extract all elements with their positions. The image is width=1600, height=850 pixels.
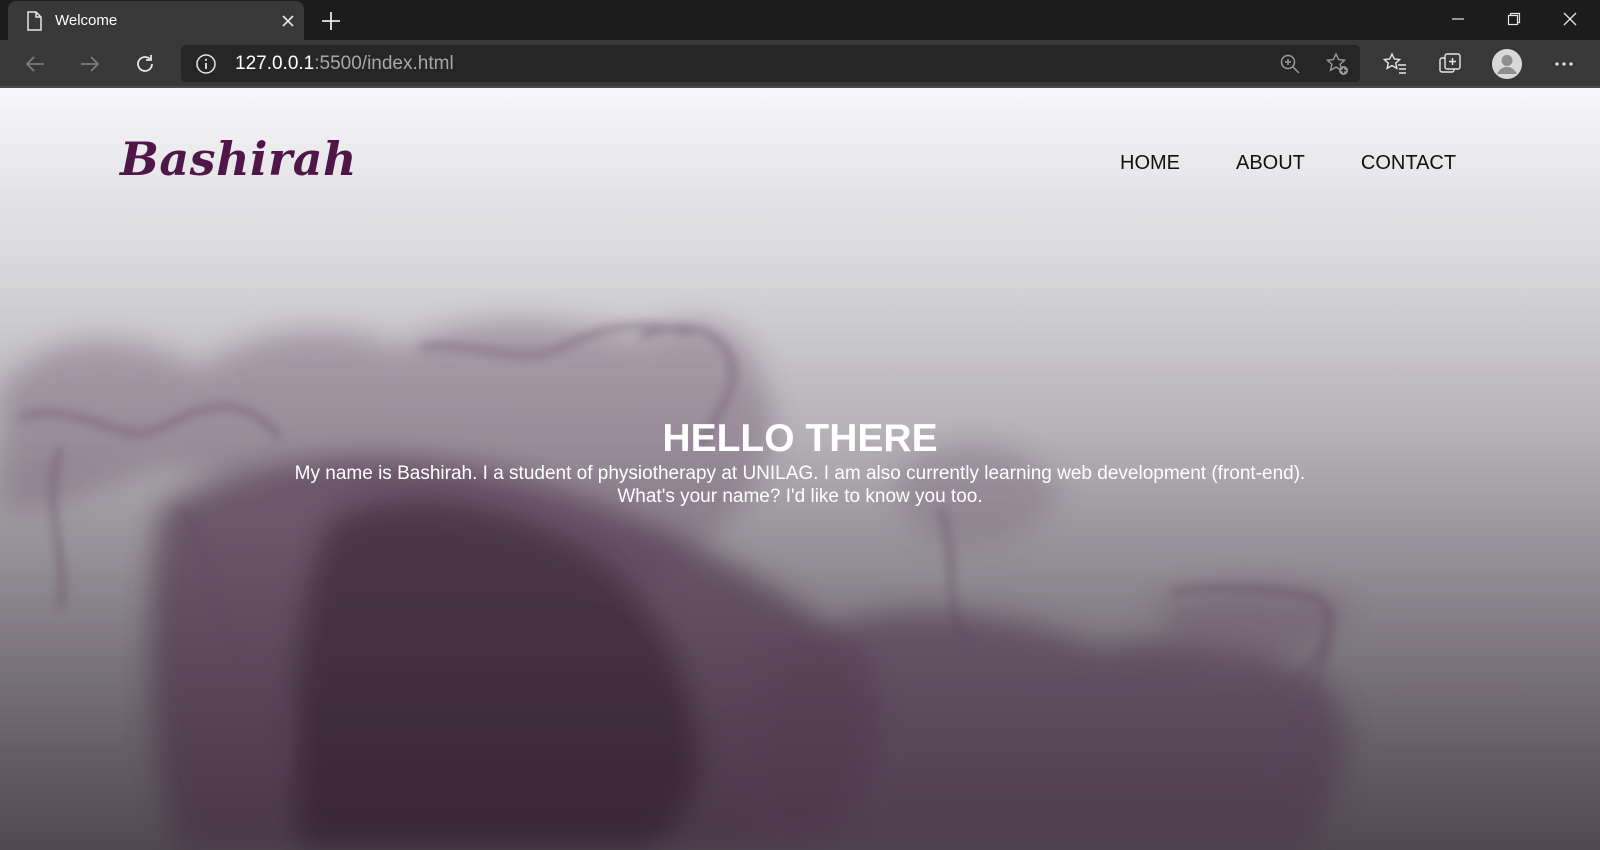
arrow-left-icon [25,56,44,72]
back-button[interactable] [17,46,53,82]
forward-button[interactable] [72,46,108,82]
restore-icon [1507,12,1521,26]
minimize-icon [1452,18,1464,20]
window-close-button[interactable] [1542,0,1598,38]
restore-button[interactable] [1486,0,1542,38]
page-viewport[interactable]: Bashirah HOME ABOUT CONTACT HELLO THERE … [0,88,1600,850]
nav-link-contact[interactable]: CONTACT [1361,152,1456,175]
hero-title: HELLO THERE [662,417,938,460]
favorites-button[interactable] [1378,47,1412,81]
zoom-in-icon[interactable] [1278,52,1302,76]
url-text[interactable]: 127.0.0.1:5500/index.html [235,53,454,75]
reload-icon [137,55,153,72]
collections-icon [1439,53,1461,73]
page-icon [27,11,42,31]
reload-button[interactable] [127,46,163,82]
avatar-icon [1492,49,1522,79]
site-nav: HOME ABOUT CONTACT [1120,152,1456,175]
browser-tab[interactable]: Welcome [8,1,304,40]
nav-link-about[interactable]: ABOUT [1236,152,1305,175]
close-icon [1563,12,1577,26]
browser-toolbar: 127.0.0.1:5500/index.html [0,40,1600,87]
more-icon [1555,62,1573,66]
minimize-button[interactable] [1430,0,1486,38]
url-path: :5500/index.html [314,53,454,74]
hero-section: HELLO THERE My name is Bashirah. I a stu… [0,416,1600,508]
close-icon[interactable] [278,11,298,31]
arrow-right-icon [81,56,100,72]
browser-title-bar: Welcome [0,0,1600,40]
nav-link-home[interactable]: HOME [1120,152,1180,175]
info-icon[interactable] [195,53,217,75]
site-logo[interactable]: Bashirah [120,132,357,186]
star-add-icon[interactable] [1324,51,1350,77]
profile-button[interactable] [1490,47,1524,81]
tab-title: Welcome [55,12,118,29]
url-host: 127.0.0.1 [235,53,315,74]
hero-question-line: What's your name? I'd like to know you t… [617,486,983,507]
collections-button[interactable] [1433,47,1467,81]
address-bar[interactable]: 127.0.0.1:5500/index.html [181,45,1360,82]
plus-icon[interactable] [318,8,344,34]
favorites-icon [1382,52,1406,74]
more-button[interactable] [1547,47,1581,81]
hero-intro-line: My name is Bashirah. I a student of phys… [294,463,1306,484]
